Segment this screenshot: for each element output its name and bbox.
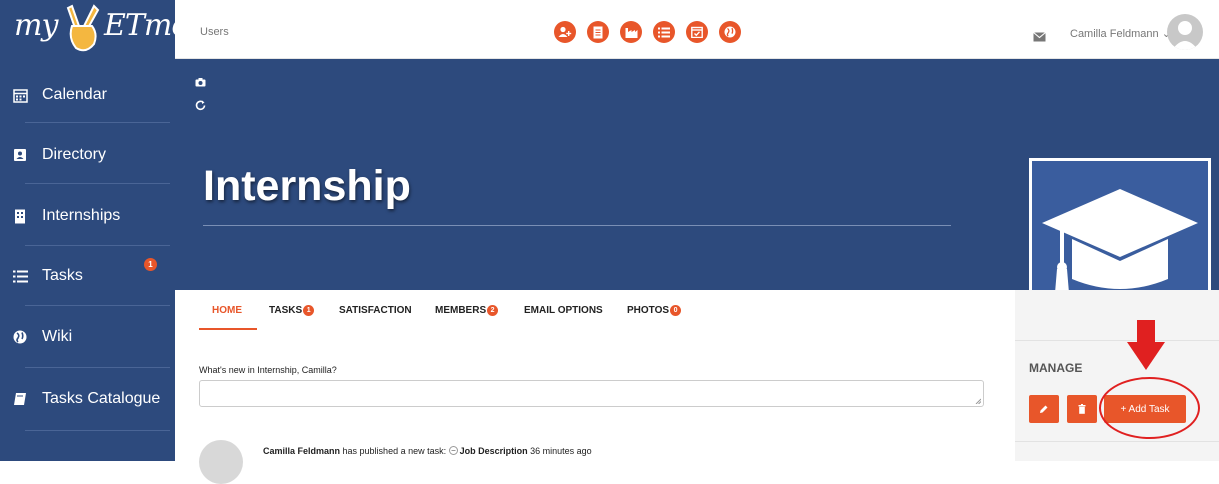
sidebar-divider bbox=[25, 430, 170, 431]
tab-badge: 0 bbox=[670, 305, 682, 316]
calendar-check-icon[interactable] bbox=[686, 21, 708, 43]
sidebar-item-label: Calendar bbox=[42, 86, 107, 103]
refresh-icon[interactable] bbox=[195, 98, 206, 116]
delete-button[interactable] bbox=[1067, 395, 1097, 423]
sidebar-item-internships[interactable]: Internships bbox=[0, 186, 175, 246]
globe-icon[interactable] bbox=[719, 21, 741, 43]
building-icon bbox=[12, 208, 28, 224]
sidebar-item-label: Wiki bbox=[42, 328, 73, 345]
tab-label: MEMBERS bbox=[435, 305, 487, 316]
breadcrumb-users[interactable]: Users bbox=[200, 26, 229, 38]
peace-hand-logo-icon bbox=[66, 4, 100, 52]
tab-label: EMAIL OPTIONS bbox=[524, 305, 603, 316]
annotation-arrow-icon bbox=[1127, 320, 1165, 370]
user-name: Camilla Feldmann bbox=[1070, 28, 1159, 40]
sidebar-divider bbox=[25, 122, 170, 123]
sidebar-item-label: Directory bbox=[42, 146, 107, 163]
tab-home[interactable]: HOME bbox=[212, 305, 242, 316]
logo-text-left: my bbox=[14, 8, 58, 43]
sidebar-item-directory[interactable]: Directory bbox=[0, 125, 175, 185]
post-textarea[interactable] bbox=[199, 380, 984, 407]
task-icon bbox=[448, 446, 458, 455]
title-divider bbox=[203, 225, 951, 226]
factory-icon[interactable] bbox=[620, 21, 642, 43]
sidebar-divider bbox=[25, 367, 170, 368]
globe-icon bbox=[12, 329, 28, 345]
tab-label: PHOTOS bbox=[627, 305, 670, 316]
resize-handle-icon[interactable] bbox=[975, 398, 981, 404]
app-logo[interactable]: my ETmo bbox=[0, 0, 189, 58]
pencil-icon bbox=[1040, 405, 1048, 413]
post-author-link[interactable]: Camilla Feldmann bbox=[263, 446, 340, 456]
tab-satisfaction[interactable]: SATISFACTION bbox=[339, 305, 412, 316]
tab-members[interactable]: MEMBERS 2 bbox=[435, 305, 499, 316]
sidebar-item-tasks[interactable]: Tasks bbox=[0, 246, 175, 306]
sidebar-divider bbox=[25, 305, 170, 306]
sidebar-item-calendar[interactable]: Calendar bbox=[0, 65, 175, 125]
sidebar-divider bbox=[25, 183, 170, 184]
tab-photos[interactable]: PHOTOS 0 bbox=[627, 305, 682, 316]
mail-icon[interactable] bbox=[1033, 29, 1046, 47]
post-action-text: has published a new task: bbox=[340, 446, 449, 456]
post-object-link[interactable]: Job Description bbox=[460, 446, 528, 456]
book-icon bbox=[12, 391, 28, 407]
annotation-circle bbox=[1099, 377, 1200, 439]
tab-label: TASKS bbox=[269, 305, 303, 316]
active-tab-indicator bbox=[199, 328, 257, 330]
tab-tasks[interactable]: TASKS 1 bbox=[269, 305, 315, 316]
sidebar-item-wiki[interactable]: Wiki bbox=[0, 307, 175, 367]
manage-panel bbox=[1015, 290, 1219, 461]
sidebar-item-label: Tasks Catalogue bbox=[42, 390, 161, 407]
sidebar-item-label: Tasks bbox=[42, 267, 83, 284]
manage-heading: MANAGE bbox=[1029, 361, 1083, 375]
user-menu[interactable]: Camilla Feldmann ⌄ bbox=[1070, 27, 1171, 40]
post-author-avatar[interactable] bbox=[199, 440, 243, 484]
add-user-icon[interactable] bbox=[554, 21, 576, 43]
post-time: 36 minutes ago bbox=[527, 446, 592, 456]
tasks-count-badge: 1 bbox=[144, 258, 157, 271]
tab-label: SATISFACTION bbox=[339, 305, 412, 316]
task-list-icon[interactable] bbox=[653, 21, 675, 43]
tab-badge: 1 bbox=[303, 305, 315, 316]
panel-divider bbox=[1015, 441, 1219, 442]
tab-label: HOME bbox=[212, 305, 242, 316]
sidebar-item-label: Internships bbox=[42, 207, 121, 224]
contact-book-icon bbox=[12, 147, 28, 163]
activity-item: Camilla Feldmann has published a new tas… bbox=[263, 446, 592, 456]
tab-badge: 2 bbox=[487, 305, 499, 316]
post-prompt-label: What's new in Internship, Camilla? bbox=[199, 365, 337, 375]
avatar[interactable] bbox=[1167, 14, 1203, 50]
page-title: Internship bbox=[203, 162, 411, 210]
edit-button[interactable] bbox=[1029, 395, 1059, 423]
document-icon[interactable] bbox=[587, 21, 609, 43]
tab-email-options[interactable]: EMAIL OPTIONS bbox=[524, 305, 603, 316]
trash-icon bbox=[1078, 404, 1086, 414]
list-icon bbox=[12, 268, 28, 284]
sidebar-item-tasks-catalogue[interactable]: Tasks Catalogue bbox=[0, 369, 175, 429]
calendar-icon bbox=[12, 87, 28, 103]
panel-divider bbox=[1015, 340, 1219, 341]
camera-icon[interactable] bbox=[195, 74, 206, 92]
